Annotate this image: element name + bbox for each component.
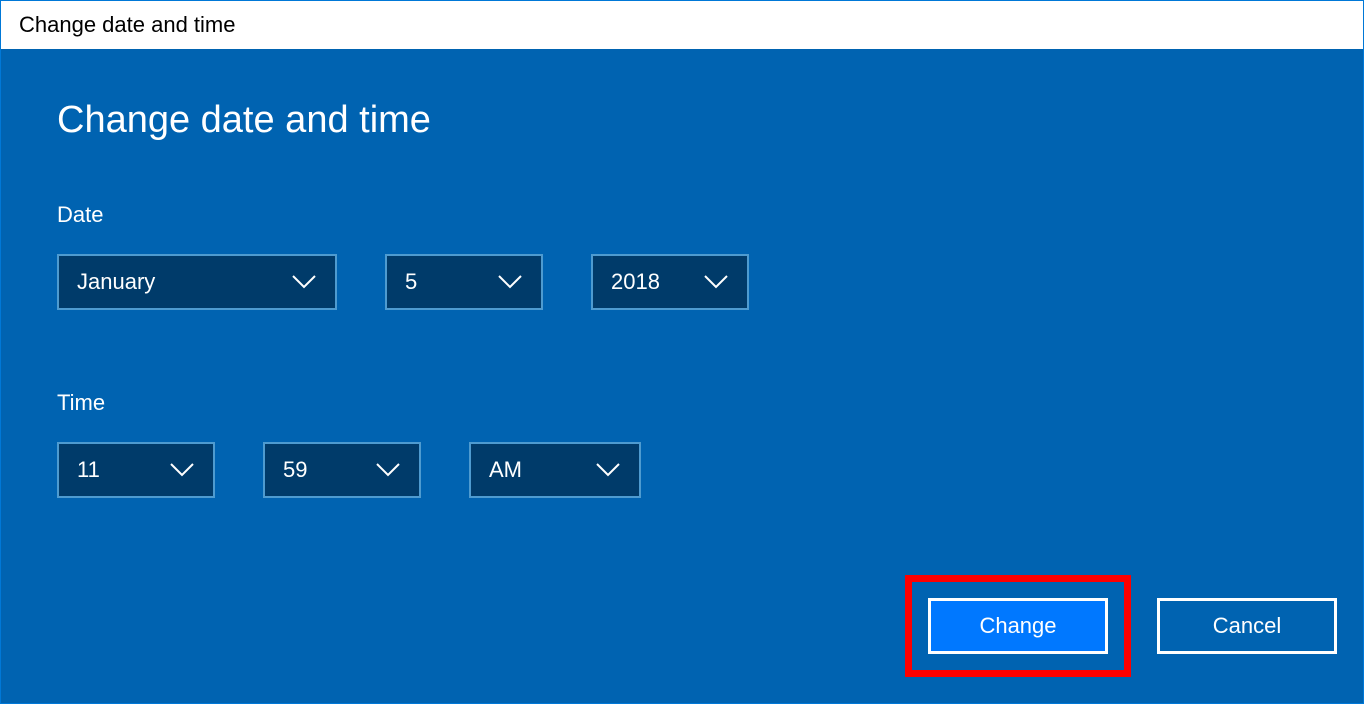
chevron-down-icon [497,274,523,290]
year-value: 2018 [611,269,660,295]
year-select[interactable]: 2018 [591,254,749,310]
window-title: Change date and time [19,12,236,38]
hour-select[interactable]: 11 [57,442,215,498]
page-title: Change date and time [57,49,1307,142]
ampm-value: AM [489,457,522,483]
chevron-down-icon [375,462,401,478]
highlight-annotation: Change [905,575,1131,677]
day-select[interactable]: 5 [385,254,543,310]
window-titlebar: Change date and time [1,1,1363,49]
hour-value: 11 [77,457,100,483]
month-select[interactable]: January [57,254,337,310]
dialog-footer: Change Cancel [905,575,1337,677]
chevron-down-icon [169,462,195,478]
month-value: January [77,269,155,295]
minute-value: 59 [283,457,307,483]
minute-select[interactable]: 59 [263,442,421,498]
chevron-down-icon [703,274,729,290]
chevron-down-icon [595,462,621,478]
date-label: Date [57,202,1307,228]
chevron-down-icon [291,274,317,290]
date-row: January 5 2018 [57,254,1307,310]
cancel-button[interactable]: Cancel [1157,598,1337,654]
time-row: 11 59 AM [57,442,1307,498]
ampm-select[interactable]: AM [469,442,641,498]
day-value: 5 [405,269,417,295]
change-button[interactable]: Change [928,598,1108,654]
time-label: Time [57,390,1307,416]
dialog-body: Change date and time Date January 5 2018… [1,49,1363,703]
